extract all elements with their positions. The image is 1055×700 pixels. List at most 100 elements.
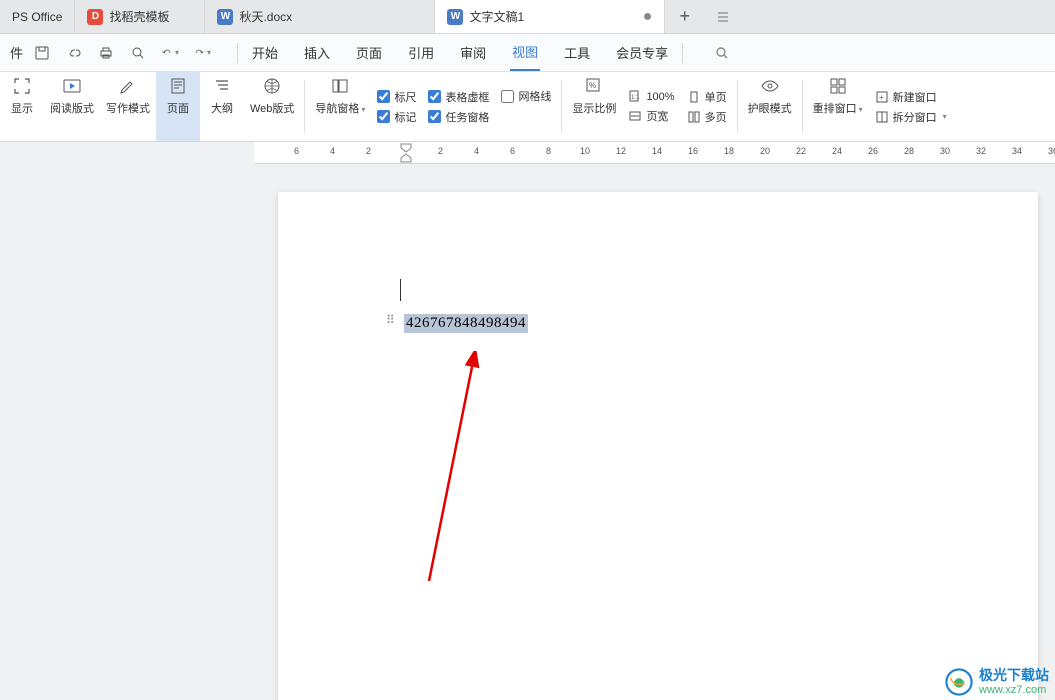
- eyecare-button[interactable]: 护眼模式: [742, 72, 798, 141]
- pagewidth-button[interactable]: 页宽: [628, 108, 674, 124]
- menu-member[interactable]: 会员专享: [614, 35, 670, 70]
- svg-text:+: +: [879, 93, 884, 102]
- newwin-icon: +: [875, 90, 889, 104]
- separator: [304, 80, 305, 133]
- template-icon: D: [87, 9, 103, 25]
- preview-button[interactable]: [129, 44, 147, 62]
- window-group: +新建窗口 拆分窗口▾: [869, 72, 953, 141]
- zoomratio-button[interactable]: % 显示比例: [566, 72, 622, 141]
- chevron-down-icon: ▾: [207, 48, 211, 57]
- menu-bar: 件 ▾ ▾ 开始 插入 页面 引用 审阅 视图 工具 会员专享: [0, 34, 1055, 72]
- zoom100-button[interactable]: 1:1100%: [628, 90, 674, 104]
- menu-review[interactable]: 审阅: [458, 35, 488, 70]
- menu-insert[interactable]: 插入: [302, 35, 332, 70]
- checkbox-group-1: 标尺 标记: [371, 72, 422, 141]
- document-page[interactable]: [278, 192, 1038, 700]
- ribbon-label: 大纲: [211, 100, 233, 116]
- webmode-button[interactable]: Web版式: [244, 72, 300, 141]
- menu-tabs: 开始 插入 页面 引用 审阅 视图 工具 会员专享: [250, 34, 670, 71]
- ribbon-label: 重排窗口▾: [813, 100, 863, 116]
- print-button[interactable]: [97, 44, 115, 62]
- width-icon: [628, 109, 642, 123]
- undo-button[interactable]: ▾: [161, 44, 179, 62]
- redo-button[interactable]: ▾: [193, 44, 211, 62]
- menu-page[interactable]: 页面: [354, 35, 384, 70]
- drag-handle-icon[interactable]: ⠿: [386, 318, 393, 323]
- fullscreen-button[interactable]: 显示: [0, 72, 44, 141]
- separator: [682, 43, 683, 63]
- navpane-icon: [330, 76, 350, 96]
- watermark-title: 极光下载站: [979, 668, 1049, 683]
- tab-label: 文字文稿1: [469, 8, 636, 25]
- tab-label: PS Office: [12, 10, 62, 24]
- globe-icon: [262, 76, 282, 96]
- selected-text[interactable]: 426767848498494: [404, 314, 528, 333]
- plus-icon: +: [679, 6, 690, 27]
- arrange-button[interactable]: 重排窗口▾: [807, 72, 869, 141]
- taskpane-checkbox[interactable]: 任务窗格: [428, 109, 489, 125]
- ruler-checkbox[interactable]: 标尺: [377, 89, 416, 105]
- menu-start[interactable]: 开始: [250, 35, 280, 70]
- readmode-button[interactable]: 阅读版式: [44, 72, 100, 141]
- tab-doc-current[interactable]: W 文字文稿1 ●: [435, 0, 665, 33]
- play-icon: [62, 76, 82, 96]
- watermark-logo-icon: [945, 668, 973, 696]
- chevron-down-icon: ▾: [859, 105, 863, 114]
- chevron-down-icon: ▾: [175, 48, 179, 57]
- split-icon: [875, 110, 889, 124]
- multipage-button[interactable]: 多页: [687, 109, 727, 125]
- word-icon: W: [217, 9, 233, 25]
- ruler-ticks: 6 4 2 2 4 6 8 10 12 14 16 18 20 22 24 26…: [254, 142, 1055, 164]
- indent-marker[interactable]: [400, 142, 412, 164]
- ribbon-label: 页面: [167, 100, 189, 116]
- ribbon-label: 显示: [11, 100, 33, 116]
- gridlines-checkbox[interactable]: 网格线: [501, 88, 551, 104]
- tab-list-button[interactable]: [716, 0, 730, 33]
- onepage-button[interactable]: 单页: [687, 89, 727, 105]
- word-icon: W: [447, 9, 463, 25]
- tab-bar: PS Office D 找稻壳模板 W 秋天.docx W 文字文稿1 ● +: [0, 0, 1055, 34]
- svg-text:1:1: 1:1: [631, 95, 640, 101]
- tab-doc-autumn[interactable]: W 秋天.docx: [205, 0, 435, 33]
- svg-text:%: %: [589, 81, 596, 90]
- document-area: ⠿ 426767848498494: [0, 164, 1055, 700]
- tab-label: 秋天.docx: [239, 8, 292, 25]
- page-group: 单页 多页: [681, 72, 733, 141]
- ribbon-label: 显示比例: [572, 100, 616, 116]
- tab-label: 找稻壳模板: [109, 8, 169, 25]
- fullscreen-icon: [12, 76, 32, 96]
- search-button[interactable]: [713, 44, 731, 62]
- ruler-area: 6 4 2 2 4 6 8 10 12 14 16 18 20 22 24 26…: [0, 142, 1055, 164]
- watermark: 极光下载站 www.xz7.com: [945, 668, 1049, 696]
- ribbon: 显示 阅读版式 写作模式 页面 大纲 Web版式 导航窗格▾ 标尺 标记 表格虚…: [0, 72, 1055, 142]
- arrange-icon: [828, 76, 848, 96]
- separator: [561, 80, 562, 133]
- chevron-down-icon: ▾: [361, 105, 365, 114]
- menu-view[interactable]: 视图: [510, 34, 540, 71]
- writemode-button[interactable]: 写作模式: [100, 72, 156, 141]
- outline-button[interactable]: 大纲: [200, 72, 244, 141]
- newwin-button[interactable]: +新建窗口: [875, 89, 947, 105]
- text-cursor: [400, 279, 401, 301]
- tab-template[interactable]: D 找稻壳模板: [75, 0, 205, 33]
- ribbon-label: Web版式: [250, 100, 294, 116]
- save-button[interactable]: [33, 44, 51, 62]
- split-button[interactable]: 拆分窗口▾: [875, 109, 947, 125]
- watermark-url: www.xz7.com: [979, 684, 1049, 696]
- menu-reference[interactable]: 引用: [406, 35, 436, 70]
- navpane-button[interactable]: 导航窗格▾: [309, 72, 371, 141]
- modified-dot-icon: ●: [643, 8, 653, 26]
- pagemode-button[interactable]: 页面: [156, 72, 200, 141]
- tab-add-button[interactable]: +: [665, 0, 704, 33]
- menu-file[interactable]: 件: [8, 35, 25, 70]
- onepage-icon: [687, 90, 701, 104]
- ribbon-label: 护眼模式: [748, 100, 792, 116]
- checkbox-group-2: 表格虚框 任务窗格: [422, 72, 495, 141]
- markup-checkbox[interactable]: 标记: [377, 109, 416, 125]
- tab-wps-office[interactable]: PS Office: [0, 0, 75, 33]
- link-button[interactable]: [65, 44, 83, 62]
- outline-icon: [212, 76, 232, 96]
- tablevirt-checkbox[interactable]: 表格虚框: [428, 89, 489, 105]
- menu-tools[interactable]: 工具: [562, 35, 592, 70]
- hamburger-icon: [716, 10, 730, 24]
